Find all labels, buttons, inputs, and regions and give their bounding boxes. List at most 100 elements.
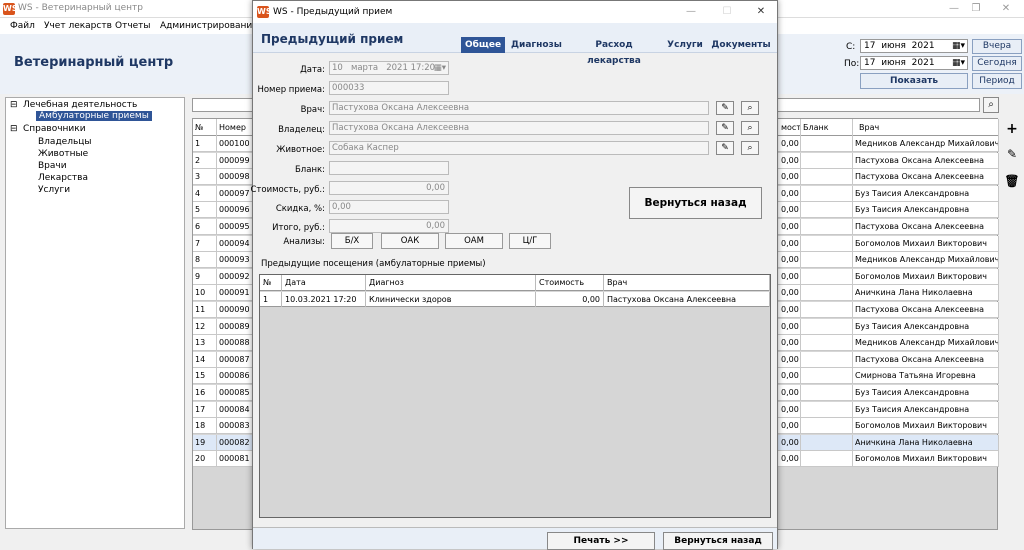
- yesterday-button[interactable]: Вчера: [972, 39, 1022, 54]
- grid-cell-cost: 0,00: [779, 335, 801, 352]
- visits-grid-header: № Дата Диагноз Стоимость Врач: [260, 275, 770, 291]
- restore-icon[interactable]: ❐: [966, 2, 986, 16]
- menu-admin[interactable]: Администрирование: [160, 21, 258, 31]
- tree-item-medicines[interactable]: Лекарства: [38, 173, 88, 183]
- main-window-title: WS - Ветеринарный центр: [18, 3, 143, 13]
- pencil-icon[interactable]: ✎: [716, 141, 734, 155]
- tree-item-owners[interactable]: Владельцы: [38, 137, 92, 147]
- grid-cell-doc: Богомолов Михаил Викторович: [853, 235, 999, 252]
- analysis-cg-button[interactable]: Ц/Г: [509, 233, 551, 249]
- grid-cell-blank: [801, 235, 853, 252]
- grid-cell-blank: [801, 152, 853, 169]
- grid-cell-blank: [801, 219, 853, 235]
- tab-medicine-usage[interactable]: Расход лекарства: [571, 37, 657, 66]
- to-label: По:: [844, 59, 860, 69]
- discount-label: Скидка, %:: [275, 204, 325, 214]
- close-icon[interactable]: ✕: [996, 2, 1016, 16]
- doctor-label: Врач:: [300, 105, 325, 115]
- to-date-field[interactable]: 17 июня 2021 ▦▾: [860, 56, 968, 70]
- calendar-icon: ▦▾: [433, 63, 446, 73]
- grid-cell-doc: Пастухова Оксана Алексеевна: [853, 169, 999, 186]
- grid-cell-n: 2: [193, 152, 217, 169]
- grid-cell-blank: [801, 368, 853, 385]
- grid-cell-doc: Буз Таисия Александровна: [853, 202, 999, 219]
- grid-cell-blank: [801, 434, 853, 451]
- grid-cell-blank: [801, 451, 853, 468]
- search-icon[interactable]: ⌕: [983, 97, 999, 113]
- tree-item-services[interactable]: Услуги: [38, 185, 70, 195]
- grid-cell-cost: 0,00: [779, 451, 801, 468]
- search-icon[interactable]: ⌕: [741, 101, 759, 115]
- pencil-icon[interactable]: ✎: [716, 101, 734, 115]
- grid-cell-cost: 0,00: [779, 434, 801, 451]
- go-back-button[interactable]: Вернуться назад: [629, 187, 762, 219]
- tab-general[interactable]: Общее: [461, 37, 505, 53]
- grid-cell-blank: [801, 252, 853, 269]
- date-field: 10 марта 2021 17:20 ▦▾: [329, 61, 449, 75]
- minimize-icon[interactable]: —: [944, 2, 964, 16]
- close-icon[interactable]: ✕: [751, 5, 771, 19]
- from-date-field[interactable]: 17 июня 2021 ▦▾: [860, 39, 968, 53]
- today-button[interactable]: Сегодня: [972, 56, 1022, 71]
- add-icon[interactable]: +: [1003, 120, 1021, 138]
- tab-documents[interactable]: Документы: [711, 37, 771, 53]
- grid-cell-blank: [801, 318, 853, 335]
- grid-cell-cost: 0,00: [779, 285, 801, 302]
- tree-item-animals[interactable]: Животные: [38, 149, 88, 159]
- grid-cell-blank: [801, 335, 853, 352]
- tree-item-doctors[interactable]: Врачи: [38, 161, 67, 171]
- menu-reports[interactable]: Отчеты: [115, 21, 151, 31]
- calendar-icon[interactable]: ▦▾: [952, 40, 965, 52]
- tab-diagnoses[interactable]: Диагнозы: [511, 37, 562, 53]
- grid-cell-cost: 0,00: [779, 152, 801, 169]
- grid-cell-blank: [801, 302, 853, 318]
- back-button[interactable]: Вернуться назад: [663, 532, 773, 550]
- grid-cell-doc: Пастухова Оксана Алексеевна: [853, 302, 999, 318]
- tree-item-treatment[interactable]: Лечебная деятельность: [23, 100, 137, 110]
- grid-cell-cost: 0,00: [779, 385, 801, 401]
- print-button[interactable]: Печать >>: [547, 532, 655, 550]
- grid-cell-cost: 0,00: [779, 302, 801, 318]
- previous-visits-label: Предыдущие посещения (амбулаторные прием…: [261, 259, 486, 269]
- grid-cell-n: 5: [193, 202, 217, 219]
- menu-file[interactable]: Файл: [10, 21, 35, 31]
- grid-cell-n: 10: [193, 285, 217, 302]
- cost-field: 0,00: [329, 181, 449, 195]
- grid-cell-blank: [801, 169, 853, 186]
- analysis-oam-button[interactable]: ОАМ: [445, 233, 503, 249]
- grid-cell-cost: 0,00: [779, 202, 801, 219]
- search-icon[interactable]: ⌕: [741, 141, 759, 155]
- tree-collapse-icon[interactable]: ⊟: [10, 124, 18, 134]
- grid-cell-blank: [801, 136, 853, 152]
- analysis-oak-button[interactable]: ОАК: [381, 233, 439, 249]
- owner-label: Владелец:: [278, 125, 325, 135]
- owner-field: Пастухова Оксана Алексеевна: [329, 121, 709, 135]
- grid-cell-blank: [801, 418, 853, 435]
- grid-cell-cost: 0,00: [779, 318, 801, 335]
- grid-cell-n: 9: [193, 268, 217, 285]
- grid-cell-doc: Богомолов Михаил Викторович: [853, 451, 999, 468]
- menu-drugs[interactable]: Учет лекарств: [44, 21, 112, 31]
- cost-label: Стоимость, руб.:: [250, 185, 326, 195]
- grid-cell-n: 11: [193, 302, 217, 318]
- tab-services[interactable]: Услуги: [667, 37, 703, 53]
- grid-cell-doc: Медников Александр Михайлович: [853, 252, 999, 269]
- grid-cell-doc: Медников Александр Михайлович: [853, 335, 999, 352]
- total-field: 0,00: [329, 219, 449, 233]
- show-button[interactable]: Показать: [860, 73, 968, 89]
- tree-item-references[interactable]: Справочники: [23, 124, 86, 134]
- edit-icon[interactable]: ✎: [1003, 145, 1021, 163]
- analysis-bh-button[interactable]: Б/Х: [331, 233, 373, 249]
- period-button[interactable]: Период: [972, 73, 1022, 89]
- grid-cell-n: 12: [193, 318, 217, 335]
- tree-item-ambulatory[interactable]: Амбулаторные приемы: [36, 111, 152, 121]
- delete-icon[interactable]: 🗑: [1003, 172, 1021, 190]
- search-icon[interactable]: ⌕: [741, 121, 759, 135]
- grid-cell-blank: [801, 401, 853, 418]
- grid-cell-doc: Богомолов Михаил Викторович: [853, 268, 999, 285]
- tree-collapse-icon[interactable]: ⊟: [10, 100, 18, 110]
- pencil-icon[interactable]: ✎: [716, 121, 734, 135]
- minimize-icon[interactable]: —: [681, 5, 701, 19]
- table-row[interactable]: 1 10.03.2021 17:20 Клинически здоров 0,0…: [260, 292, 770, 307]
- calendar-icon[interactable]: ▦▾: [952, 57, 965, 69]
